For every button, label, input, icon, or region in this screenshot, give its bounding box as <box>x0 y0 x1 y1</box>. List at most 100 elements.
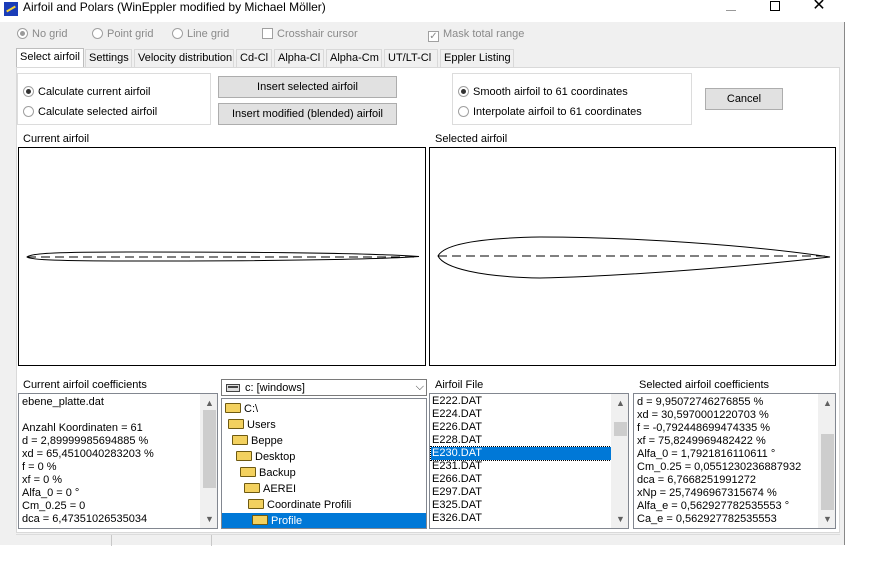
file-item[interactable]: E228.DAT <box>431 434 611 447</box>
file-item-selected[interactable]: E230.DAT <box>430 446 612 461</box>
airfoil-file-lines: E222.DAT E224.DAT E226.DAT E228.DAT E230… <box>430 395 612 525</box>
list-item: dca = 6,47351026535034 <box>22 513 148 525</box>
airfoil-file-label: Airfoil File <box>434 379 485 391</box>
tab-select-airfoil[interactable]: Select airfoil <box>16 48 84 67</box>
line-grid-label: Line grid <box>187 28 230 40</box>
checkmark-icon: ✓ <box>428 31 439 42</box>
directory-list[interactable]: C:\ Users Beppe Desktop Backup AEREI Coo… <box>221 398 427 529</box>
tab-eppler-listing[interactable]: Eppler Listing <box>440 49 514 67</box>
selected-airfoil-outline <box>437 236 831 279</box>
maximize-icon <box>770 1 780 11</box>
title-bar: Airfoil and Polars (WinEppler modified b… <box>0 0 845 22</box>
selected-airfoil-label: Selected airfoil <box>434 133 509 145</box>
directory-item[interactable]: Coordinate Profili <box>222 497 426 513</box>
maximize-button[interactable] <box>752 0 798 16</box>
interpolate-airfoil-radio[interactable]: Interpolate airfoil to 61 coordinates <box>458 106 642 118</box>
tab-velocity-distribution[interactable]: Velocity distribution <box>134 49 234 67</box>
selected-coefficients-lines: d = 9,95072746276855 % xd = 30,597000122… <box>637 396 801 526</box>
list-item: d = 9,95072746276855 % <box>637 396 764 408</box>
directory-label: Beppe <box>251 435 283 447</box>
tab-alpha-cm[interactable]: Alpha-Cm <box>326 49 382 67</box>
status-divider <box>211 535 212 546</box>
cancel-button[interactable]: Cancel <box>705 88 783 110</box>
directory-label: C:\ <box>244 403 259 415</box>
window-title: Airfoil and Polars (WinEppler modified b… <box>23 0 326 14</box>
tab-cd-cl[interactable]: Cd-Cl <box>236 49 272 67</box>
radio-icon <box>458 86 469 97</box>
airfoil-file-list[interactable]: E222.DAT E224.DAT E226.DAT E228.DAT E230… <box>429 393 629 529</box>
current-coefficients-list[interactable]: ebene_platte.dat Anzahl Koordinaten = 61… <box>18 393 218 529</box>
list-item: Ca_e = 0,562927782535553 <box>637 513 777 525</box>
list-item: xf = 0 % <box>22 474 63 486</box>
insert-selected-airfoil-button[interactable]: Insert selected airfoil <box>218 76 397 98</box>
file-item[interactable]: E222.DAT <box>431 395 611 408</box>
scroll-down-icon[interactable]: ▼ <box>612 512 628 526</box>
drive-select[interactable]: c: [windows] ⌵ <box>221 379 427 396</box>
current-coefficients-scrollbar[interactable]: ▲ ▼ <box>200 394 217 528</box>
tab-settings[interactable]: Settings <box>85 49 132 67</box>
current-airfoil-canvas <box>18 147 426 366</box>
checkbox-icon <box>262 28 273 39</box>
directory-item[interactable]: Backup <box>222 465 426 481</box>
calculate-current-radio[interactable]: Calculate current airfoil <box>23 86 151 98</box>
insert-modified-airfoil-button[interactable]: Insert modified (blended) airfoil <box>218 103 397 125</box>
radio-icon <box>23 86 34 97</box>
calculate-selected-radio[interactable]: Calculate selected airfoil <box>23 106 157 118</box>
line-grid-option[interactable]: Line grid <box>172 28 229 40</box>
scroll-thumb[interactable] <box>821 434 834 510</box>
point-grid-option[interactable]: Point grid <box>92 28 153 40</box>
no-grid-label: No grid <box>32 28 68 40</box>
selected-airfoil-canvas <box>429 147 836 366</box>
close-button[interactable]: ✕ <box>796 0 842 16</box>
directory-label: Users <box>247 419 276 431</box>
current-airfoil-label: Current airfoil <box>22 133 91 145</box>
no-grid-option[interactable]: No grid <box>17 28 67 40</box>
scroll-thumb[interactable] <box>203 410 216 488</box>
tab-alpha-cl[interactable]: Alpha-Cl <box>274 49 324 67</box>
directory-label: Backup <box>259 467 296 479</box>
file-item[interactable]: E325.DAT <box>431 499 611 512</box>
scroll-down-icon[interactable]: ▼ <box>201 512 217 526</box>
scroll-down-icon[interactable]: ▼ <box>819 512 835 526</box>
file-item[interactable]: E231.DAT <box>431 460 611 473</box>
chevron-down-icon[interactable]: ⌵ <box>416 380 424 395</box>
file-item[interactable]: E226.DAT <box>431 421 611 434</box>
directory-item[interactable]: Beppe <box>222 433 426 449</box>
directory-item-selected[interactable]: Profile <box>222 513 426 528</box>
mask-total-range-checkbox[interactable]: ✓ Mask total range <box>428 28 524 42</box>
scroll-up-icon[interactable]: ▲ <box>819 396 835 410</box>
radio-icon <box>172 28 183 39</box>
list-item: dca = 6,7668251991272 <box>637 474 756 486</box>
directory-item[interactable]: C:\ <box>222 401 426 417</box>
mask-total-range-label: Mask total range <box>443 28 525 40</box>
file-item[interactable]: E266.DAT <box>431 473 611 486</box>
folder-open-icon <box>240 467 256 477</box>
folder-open-icon <box>225 403 241 413</box>
tab-ut-lt-cl[interactable]: UT/LT-Cl <box>384 49 438 67</box>
crosshair-cursor-checkbox[interactable]: Crosshair cursor <box>262 28 358 40</box>
minimize-button[interactable] <box>708 0 754 16</box>
file-item[interactable]: E326.DAT <box>431 512 611 525</box>
file-item[interactable]: E297.DAT <box>431 486 611 499</box>
current-coefficients-label: Current airfoil coefficients <box>22 379 148 391</box>
selected-coefficients-list[interactable]: d = 9,95072746276855 % xd = 30,597000122… <box>633 393 836 529</box>
file-item[interactable]: E224.DAT <box>431 408 611 421</box>
list-item: xd = 65,4510040283203 % <box>22 448 154 460</box>
smooth-airfoil-radio[interactable]: Smooth airfoil to 61 coordinates <box>458 86 628 98</box>
selected-coefficients-scrollbar[interactable]: ▲ ▼ <box>818 394 835 528</box>
directory-item[interactable]: Users <box>222 417 426 433</box>
radio-icon <box>458 106 469 117</box>
directory-item[interactable]: Desktop <box>222 449 426 465</box>
list-item: xd = 30,5970001220703 % <box>637 409 769 421</box>
scroll-up-icon[interactable]: ▲ <box>612 396 628 410</box>
list-item: ebene_platte.dat <box>22 396 104 408</box>
status-divider <box>111 535 112 546</box>
directory-item[interactable]: AEREI <box>222 481 426 497</box>
scroll-up-icon[interactable]: ▲ <box>201 396 217 410</box>
list-item <box>22 409 154 422</box>
status-bar <box>16 534 840 546</box>
airfoil-file-scrollbar[interactable]: ▲ ▼ <box>611 394 628 528</box>
scroll-thumb[interactable] <box>614 422 627 436</box>
list-item: Alfa_e = 0,562927782535553 ° <box>637 500 790 512</box>
directory-label: Coordinate Profili <box>267 499 352 511</box>
